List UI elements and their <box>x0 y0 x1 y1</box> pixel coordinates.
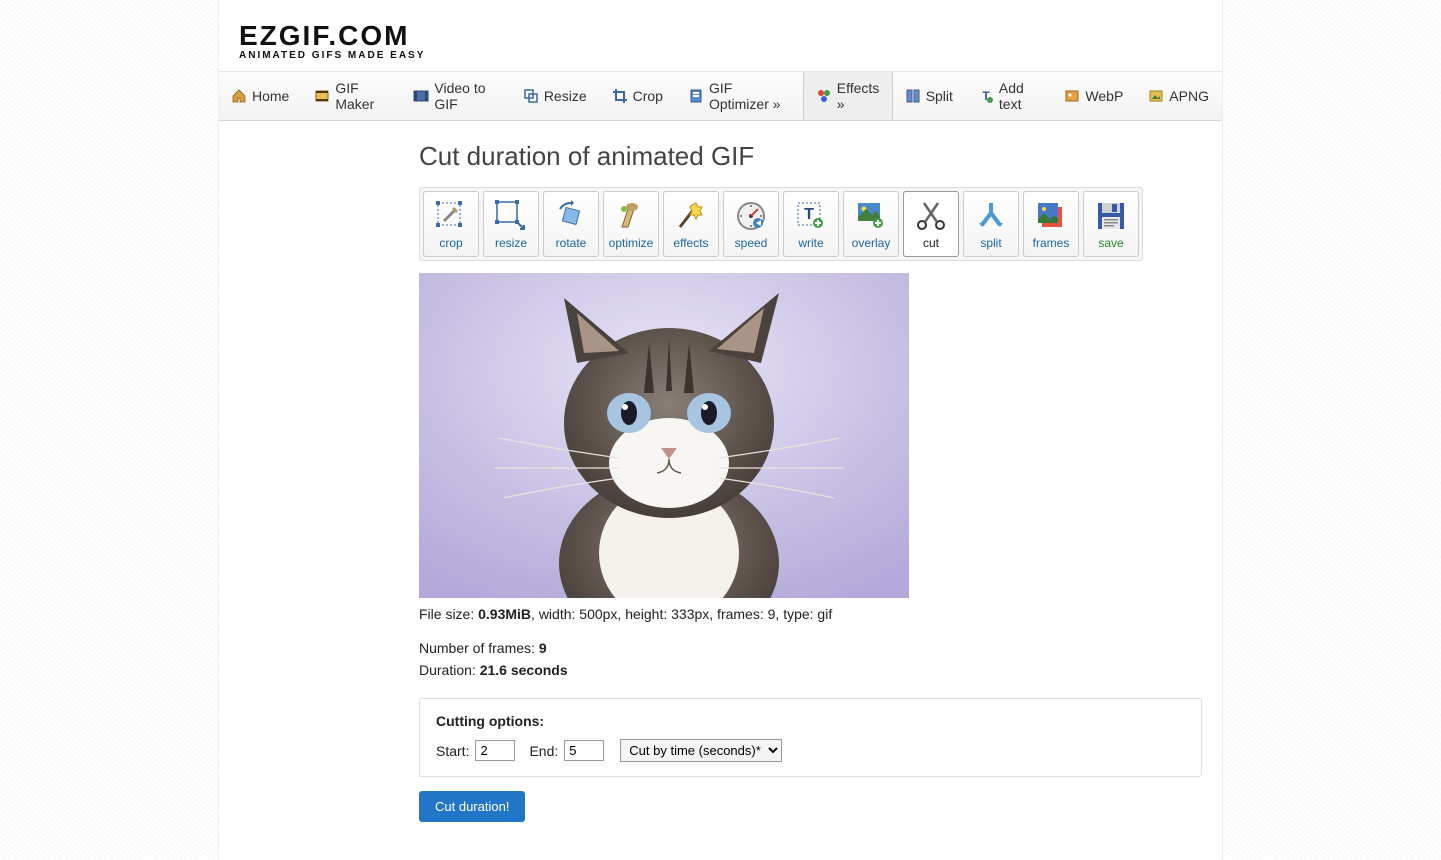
split-icon <box>905 88 921 104</box>
nav-label: WebP <box>1085 88 1123 104</box>
film-icon <box>314 88 330 104</box>
main-content: Cut duration of animated GIF crop resize r… <box>219 121 1222 852</box>
apng-icon <box>1148 88 1164 104</box>
nav-item-effects[interactable]: Effects » <box>803 72 893 120</box>
tool-label: overlay <box>852 236 891 250</box>
tool-label: write <box>798 236 823 250</box>
nav-item-video[interactable]: Video to GIF <box>401 72 510 120</box>
nav-label: Video to GIF <box>434 80 497 112</box>
duration-value: 21.6 seconds <box>480 662 568 678</box>
tool-resize-button[interactable]: resize <box>483 191 539 257</box>
svg-text:T: T <box>804 206 814 223</box>
header: EZGIF.COM ANIMATED GIFS MADE EASY <box>219 0 1222 71</box>
home-icon <box>231 88 247 104</box>
frames-info-line: Number of frames: 9 <box>419 640 1202 656</box>
end-label: End: <box>529 743 558 759</box>
nav-label: Effects » <box>837 80 880 112</box>
tool-cut-button[interactable]: cut <box>903 191 959 257</box>
rotate-icon <box>554 196 588 236</box>
duration-label: Duration: <box>419 662 480 678</box>
tool-label: optimize <box>609 236 654 250</box>
text-icon: T <box>978 88 994 104</box>
tool-label: split <box>980 236 1001 250</box>
tool-speed-button[interactable]: speed <box>723 191 779 257</box>
nav-label: Crop <box>633 88 663 104</box>
nav-item-apng[interactable]: APNG <box>1136 72 1222 120</box>
tool-label: resize <box>495 236 527 250</box>
tool-label: save <box>1098 236 1123 250</box>
crop-icon <box>434 196 468 236</box>
file-size-label: File size: <box>419 606 478 622</box>
nav-label: GIF Optimizer » <box>709 80 790 112</box>
start-label: Start: <box>436 743 469 759</box>
nav-label: Split <box>926 88 953 104</box>
nav-item-crop[interactable]: Crop <box>600 72 676 120</box>
optimize-icon <box>614 196 648 236</box>
tool-write-button[interactable]: Twrite <box>783 191 839 257</box>
nav-item-resize[interactable]: Resize <box>511 72 600 120</box>
nav-label: Home <box>252 88 289 104</box>
tool-label: frames <box>1033 236 1070 250</box>
cut-duration-button[interactable]: Cut duration! <box>419 791 525 822</box>
tool-optimize-button[interactable]: optimize <box>603 191 659 257</box>
tool-split-button[interactable]: split <box>963 191 1019 257</box>
tool-rotate-button[interactable]: rotate <box>543 191 599 257</box>
cutting-options-row: Start: End: Cut by time (seconds)* <box>436 739 1185 762</box>
nav-label: GIF Maker <box>335 80 388 112</box>
file-size-value: 0.93MiB <box>478 606 531 622</box>
nav-label: APNG <box>1169 88 1209 104</box>
tool-label: crop <box>439 236 462 250</box>
nav-item-film[interactable]: GIF Maker <box>302 72 401 120</box>
tool-frames-button[interactable]: frames <box>1023 191 1079 257</box>
resize-icon <box>494 196 528 236</box>
frames-icon <box>1034 196 1068 236</box>
resize-icon <box>523 88 539 104</box>
save-icon <box>1094 196 1128 236</box>
start-input[interactable] <box>475 740 515 761</box>
tool-crop-button[interactable]: crop <box>423 191 479 257</box>
tool-label: cut <box>923 236 939 250</box>
cut-mode-select[interactable]: Cut by time (seconds)* <box>620 739 782 762</box>
cutting-options-box: Cutting options: Start: End: Cut by time… <box>419 698 1202 777</box>
frames-value: 9 <box>539 640 547 656</box>
webp-icon <box>1064 88 1080 104</box>
logo-main-text: EZGIF.COM <box>239 20 1202 52</box>
video-icon <box>413 88 429 104</box>
frames-label: Number of frames: <box>419 640 539 656</box>
preview-image <box>419 273 909 598</box>
optimize-icon <box>688 88 704 104</box>
speed-icon <box>734 196 768 236</box>
page-title: Cut duration of animated GIF <box>419 141 1202 172</box>
overlay-icon <box>854 196 888 236</box>
write-icon: T <box>794 196 828 236</box>
file-info-rest: , width: 500px, height: 333px, frames: 9… <box>531 606 832 622</box>
tool-toolbar: crop resize rotate optimize effects speed Twri… <box>419 187 1143 261</box>
end-input[interactable] <box>564 740 604 761</box>
tool-label: speed <box>735 236 768 250</box>
tool-label: effects <box>673 236 708 250</box>
nav-label: Resize <box>544 88 587 104</box>
nav-item-optimize[interactable]: GIF Optimizer » <box>676 72 803 120</box>
tool-label: rotate <box>556 236 587 250</box>
effects-icon <box>816 88 832 104</box>
cutting-options-title: Cutting options: <box>436 713 1185 729</box>
crop-icon <box>612 88 628 104</box>
duration-info-line: Duration: 21.6 seconds <box>419 662 1202 678</box>
file-info-line: File size: 0.93MiB, width: 500px, height… <box>419 606 1202 622</box>
nav-item-webp[interactable]: WebP <box>1052 72 1136 120</box>
nav-item-home[interactable]: Home <box>219 72 302 120</box>
tool-overlay-button[interactable]: overlay <box>843 191 899 257</box>
preview-area <box>419 273 1202 598</box>
nav-label: Add text <box>999 80 1040 112</box>
logo-sub-text: ANIMATED GIFS MADE EASY <box>239 50 1202 61</box>
effects-icon <box>674 196 708 236</box>
tool-save-button[interactable]: save <box>1083 191 1139 257</box>
main-nav: Home GIF Maker Video to GIF Resize Crop GIF O… <box>219 71 1222 121</box>
logo[interactable]: EZGIF.COM ANIMATED GIFS MADE EASY <box>239 20 1202 61</box>
split-icon <box>974 196 1008 236</box>
nav-item-split[interactable]: Split <box>893 72 966 120</box>
tool-effects-button[interactable]: effects <box>663 191 719 257</box>
nav-item-text[interactable]: T Add text <box>966 72 1053 120</box>
cut-icon <box>914 196 948 236</box>
